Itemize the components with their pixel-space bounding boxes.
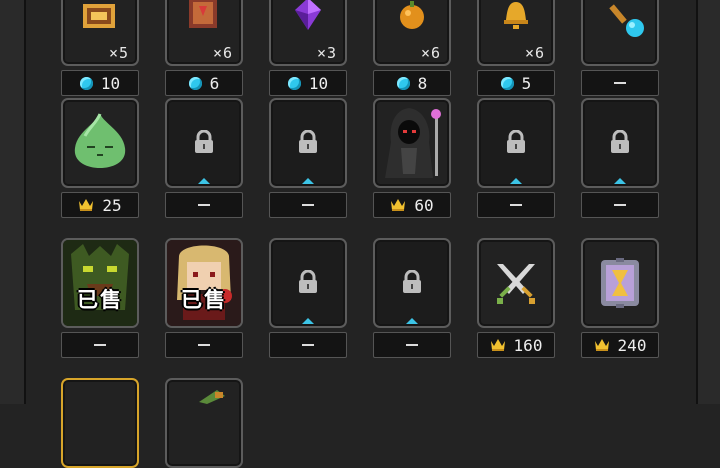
item-card[interactable]: ×6: [373, 0, 451, 66]
sold-label: 已售: [181, 288, 227, 312]
price-tag: 10: [269, 70, 347, 96]
hooded-reaper-icon: [385, 108, 441, 178]
item-quantity: ×6: [212, 44, 233, 62]
price-tag: [165, 192, 243, 218]
price-tag: [581, 70, 659, 96]
locked-card[interactable]: [269, 238, 347, 328]
crown-icon: [594, 338, 610, 352]
item-card[interactable]: ×6: [165, 0, 243, 66]
treasure-map-icon: [83, 4, 115, 28]
lock-icon: [505, 130, 527, 154]
price-value: 5: [521, 73, 532, 93]
up-arrow-icon: [406, 318, 418, 324]
price-tag: 60: [373, 192, 451, 218]
price-tag: [269, 332, 347, 358]
item-card[interactable]: 已售: [61, 238, 139, 328]
item-card[interactable]: [477, 238, 555, 328]
gem-icon: [396, 76, 410, 90]
locked-card[interactable]: [477, 98, 555, 188]
no-price-dash: [302, 204, 314, 206]
item-card[interactable]: ×6: [477, 0, 555, 66]
item-card[interactable]: 已售: [165, 238, 243, 328]
price-value: 25: [102, 195, 122, 215]
up-arrow-icon: [302, 178, 314, 184]
up-arrow-icon: [198, 178, 210, 184]
crown-icon: [490, 338, 506, 352]
price-tag: [165, 332, 243, 358]
price-tag: 8: [373, 70, 451, 96]
hourglass-frame-icon: [601, 258, 639, 308]
no-price-dash: [94, 344, 106, 346]
price-value: 6: [209, 73, 220, 93]
no-price-dash: [510, 204, 522, 206]
item-card[interactable]: [373, 98, 451, 188]
selected-item-card[interactable]: [61, 378, 139, 468]
price-tag: [373, 332, 451, 358]
locked-card[interactable]: [581, 98, 659, 188]
lock-icon: [401, 270, 423, 294]
item-quantity: ×3: [316, 44, 337, 62]
lock-icon: [193, 130, 215, 154]
gem-icon: [188, 76, 202, 90]
price-value: 10: [308, 73, 329, 93]
left-panel-edge: [0, 0, 26, 404]
no-price-dash: [614, 82, 626, 84]
price-value: 10: [100, 73, 121, 93]
up-arrow-icon: [510, 178, 522, 184]
item-card[interactable]: ×3: [269, 0, 347, 66]
locked-card[interactable]: [269, 98, 347, 188]
price-value: 60: [414, 195, 434, 215]
item-quantity: ×6: [420, 44, 441, 62]
sold-label: 已售: [77, 288, 123, 312]
gem-icon: [500, 76, 514, 90]
blue-orb-wand-icon: [609, 4, 644, 37]
crown-icon: [78, 198, 94, 212]
crossed-swords-icon: [497, 264, 535, 304]
no-price-dash: [302, 344, 314, 346]
gem-icon: [79, 76, 93, 90]
price-value: 240: [617, 335, 647, 355]
golden-bell-icon: [504, 2, 528, 29]
item-card[interactable]: [581, 238, 659, 328]
right-panel-edge: [696, 0, 720, 404]
price-tag: [269, 192, 347, 218]
price-value: 160: [513, 335, 543, 355]
no-price-dash: [198, 344, 210, 346]
price-tag: 25: [61, 192, 139, 218]
price-tag: 10: [61, 70, 139, 96]
item-card[interactable]: [581, 0, 659, 66]
price-value: 8: [417, 73, 428, 93]
no-price-dash: [406, 344, 418, 346]
up-arrow-icon: [614, 178, 626, 184]
lock-icon: [609, 130, 631, 154]
spellbook-icon: [189, 0, 217, 28]
purple-crystal-icon: [295, 0, 321, 30]
price-tag: [61, 332, 139, 358]
locked-card[interactable]: [373, 238, 451, 328]
price-tag: 240: [581, 332, 659, 358]
price-tag: [581, 192, 659, 218]
no-price-dash: [614, 204, 626, 206]
lock-icon: [297, 130, 319, 154]
item-card[interactable]: [165, 378, 243, 468]
no-price-dash: [198, 204, 210, 206]
price-tag: [477, 192, 555, 218]
gem-icon: [287, 76, 301, 90]
locked-card[interactable]: [165, 98, 243, 188]
crown-icon: [390, 198, 406, 212]
item-quantity: ×5: [108, 44, 129, 62]
green-slime-icon: [74, 113, 126, 168]
lock-icon: [297, 270, 319, 294]
price-tag: 160: [477, 332, 555, 358]
item-card[interactable]: ×5: [61, 0, 139, 66]
green-scroll-icon: [199, 390, 225, 404]
item-quantity: ×6: [524, 44, 545, 62]
item-card[interactable]: [61, 98, 139, 188]
price-tag: 6: [165, 70, 243, 96]
up-arrow-icon: [302, 318, 314, 324]
orange-fruit-icon: [400, 1, 424, 29]
price-tag: 5: [477, 70, 555, 96]
